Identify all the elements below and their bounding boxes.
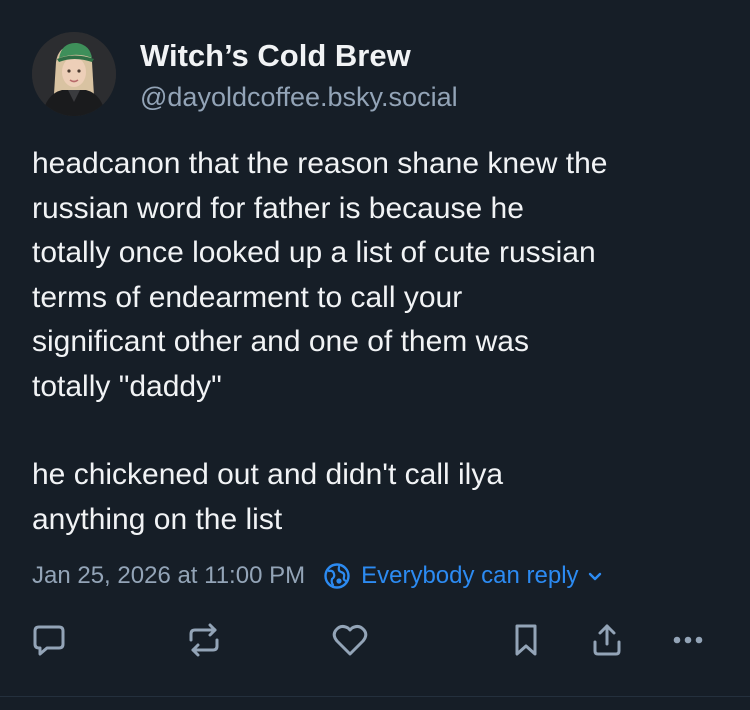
- post-text: headcanon that the reason shane knew the…: [32, 142, 732, 542]
- share-button[interactable]: [583, 616, 631, 664]
- reply-setting-label: Everybody can reply: [361, 562, 579, 589]
- more-button[interactable]: [664, 616, 712, 664]
- reply-button[interactable]: [25, 616, 73, 664]
- author-display-name[interactable]: Witch’s Cold Brew: [140, 38, 458, 74]
- repost-button[interactable]: [180, 616, 228, 664]
- divider: [0, 696, 750, 697]
- post-meta: Jan 25, 2026 at 11:00 PM Everybody can r…: [32, 558, 603, 594]
- avatar[interactable]: [32, 32, 116, 116]
- like-icon: [332, 624, 368, 656]
- chevron-down-icon: [588, 572, 601, 581]
- post-paragraph: headcanon that the reason shane knew the…: [32, 147, 608, 403]
- avatar-image: [32, 32, 116, 116]
- share-icon: [593, 624, 621, 656]
- post-author[interactable]: Witch’s Cold Brew @dayoldcoffee.bsky.soc…: [140, 38, 458, 114]
- post-actions: [0, 616, 750, 666]
- globe-icon: [324, 563, 350, 589]
- bookmark-icon: [515, 624, 537, 656]
- like-button[interactable]: [326, 616, 374, 664]
- reply-icon: [33, 625, 65, 656]
- reply-setting-button[interactable]: Everybody can reply: [323, 562, 602, 590]
- post-timestamp[interactable]: Jan 25, 2026 at 11:00 PM: [32, 562, 305, 590]
- more-icon: [673, 636, 703, 644]
- bookmark-button[interactable]: [502, 616, 550, 664]
- post: Witch’s Cold Brew @dayoldcoffee.bsky.soc…: [0, 0, 750, 710]
- repost-icon: [189, 623, 219, 657]
- post-paragraph: he chickened out and didn't call ilya an…: [32, 458, 504, 536]
- author-handle[interactable]: @dayoldcoffee.bsky.social: [140, 80, 458, 114]
